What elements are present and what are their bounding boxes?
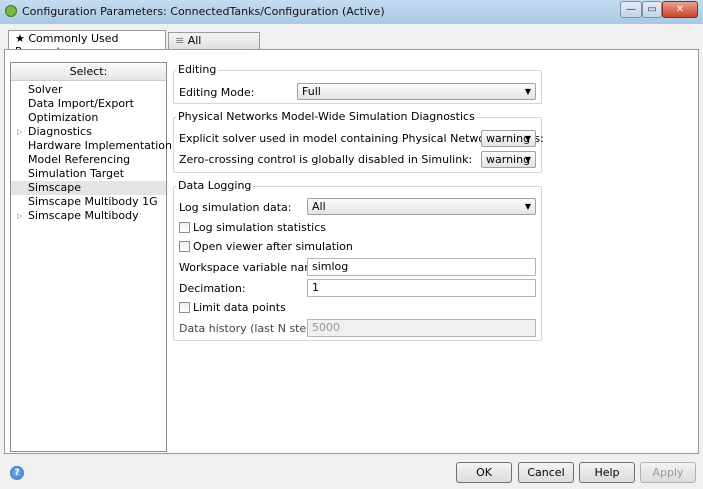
decimation-label: Decimation: <box>179 282 246 295</box>
open-viewer-checkbox[interactable] <box>179 241 190 252</box>
dropdown-value: All <box>312 200 326 213</box>
select-header: Select: <box>11 63 166 81</box>
nav-label: Hardware Implementation <box>28 139 172 152</box>
log-data-label: Log simulation data: <box>179 201 292 214</box>
nav-label: Simscape <box>28 181 82 194</box>
data-history-label: Data history (last N steps): <box>179 322 327 335</box>
zero-crossing-label: Zero-crossing control is globally disabl… <box>179 153 473 166</box>
explicit-solver-dropdown[interactable]: warning ▼ <box>481 130 536 147</box>
nav-hardware-implementation[interactable]: Hardware Implementation <box>11 139 172 153</box>
nav-label: Diagnostics <box>28 125 92 138</box>
expand-triangle-icon[interactable]: ▷ <box>17 125 22 139</box>
list-icon: ≡ <box>175 34 185 47</box>
nav-label: Optimization <box>28 111 99 124</box>
help-icon[interactable]: ? <box>10 466 24 480</box>
cancel-button[interactable]: Cancel <box>518 462 574 483</box>
minimize-button[interactable]: — <box>620 1 642 18</box>
category-tree[interactable]: Select: Solver Data Import/Export Optimi… <box>10 62 172 452</box>
open-viewer-label: Open viewer after simulation <box>193 240 353 253</box>
nav-label: Simulation Target <box>28 167 125 180</box>
nav-model-referencing[interactable]: Model Referencing <box>11 153 166 167</box>
nav-optimization[interactable]: Optimization <box>11 111 166 125</box>
limit-points-checkbox[interactable] <box>179 302 190 313</box>
nav-diagnostics[interactable]: ▷ Diagnostics <box>11 125 166 139</box>
nav-label: Simscape Multibody 1G <box>28 195 158 208</box>
dropdown-value: warning <box>486 132 531 145</box>
log-stats-checkbox[interactable] <box>179 222 190 233</box>
log-data-dropdown[interactable]: All ▼ <box>307 198 536 215</box>
chevron-down-icon: ▼ <box>524 155 531 164</box>
app-icon <box>5 5 17 17</box>
nav-label: Simscape Multibody <box>28 209 139 222</box>
star-icon: ★ <box>15 32 25 45</box>
help-button[interactable]: Help <box>579 462 635 483</box>
nav-simulation-target[interactable]: Simulation Target <box>11 167 166 181</box>
dropdown-value: warning <box>486 153 531 166</box>
nav-data-import-export[interactable]: Data Import/Export <box>11 97 166 111</box>
nav-simscape[interactable]: Simscape <box>11 181 166 195</box>
editing-group-title: Editing <box>176 63 219 76</box>
diagnostics-group-title: Physical Networks Model-Wide Simulation … <box>176 110 477 123</box>
chevron-down-icon: ▼ <box>524 202 531 211</box>
chevron-down-icon: ▼ <box>524 87 531 96</box>
zero-crossing-dropdown[interactable]: warning ▼ <box>481 151 536 168</box>
tab-all-parameters[interactable]: ≡ All Parameters <box>168 32 260 60</box>
nav-label: Data Import/Export <box>28 97 134 110</box>
nav-label: Model Referencing <box>28 153 131 166</box>
nav-label: Solver <box>28 83 63 96</box>
tab-commonly-used[interactable]: ★ Commonly Used Parameters <box>8 30 166 58</box>
editing-mode-dropdown[interactable]: Full ▼ <box>297 83 536 100</box>
decimation-input[interactable]: 1 <box>307 279 536 297</box>
chevron-down-icon: ▼ <box>524 134 531 143</box>
data-history-input[interactable]: 5000 <box>307 319 536 337</box>
nav-solver[interactable]: Solver <box>11 83 166 97</box>
ok-button[interactable]: OK <box>456 462 512 483</box>
apply-button[interactable]: Apply <box>640 462 696 483</box>
editing-mode-label: Editing Mode: <box>179 86 255 99</box>
log-stats-label: Log simulation statistics <box>193 221 327 234</box>
window-title: Configuration Parameters: ConnectedTanks… <box>22 5 385 18</box>
limit-points-label: Limit data points <box>193 301 286 314</box>
title-bar: Configuration Parameters: ConnectedTanks… <box>0 0 703 24</box>
workspace-var-label: Workspace variable name: <box>179 261 326 274</box>
dropdown-value: Full <box>302 85 321 98</box>
close-button[interactable]: ✕ <box>662 1 698 18</box>
maximize-button[interactable]: ▭ <box>642 1 662 18</box>
data-logging-group-title: Data Logging <box>176 179 254 192</box>
workspace-var-input[interactable]: simlog <box>307 258 536 276</box>
nav-simscape-multibody[interactable]: ▷ Simscape Multibody <box>11 209 166 223</box>
nav-simscape-multibody-1g[interactable]: Simscape Multibody 1G <box>11 195 166 209</box>
expand-triangle-icon[interactable]: ▷ <box>17 209 22 223</box>
